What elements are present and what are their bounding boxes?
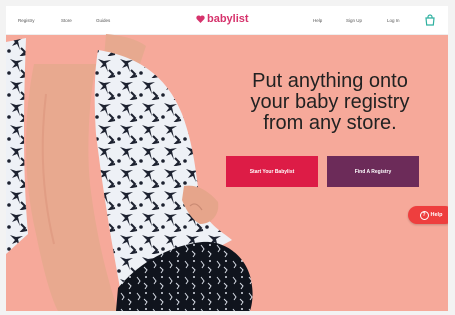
nav-link-help[interactable]: Help [313, 18, 322, 23]
help-widget-button[interactable]: ? Help [408, 206, 448, 224]
hero-headline: Put anything onto your baby registry fro… [224, 71, 436, 134]
start-registry-button[interactable]: Start Your Babylist [226, 156, 318, 187]
top-nav: Registry Store Guides babylist Help Sign… [6, 6, 448, 35]
headline-line-3: from any store. [263, 112, 397, 134]
brand-name: babylist [207, 13, 249, 25]
nav-link-sign-up[interactable]: Sign Up [346, 18, 362, 23]
page: Registry Store Guides babylist Help Sign… [6, 6, 448, 311]
nav-link-registry[interactable]: Registry [18, 18, 35, 23]
nav-link-guides[interactable]: Guides [96, 18, 110, 23]
brand-logo[interactable]: babylist [196, 13, 249, 25]
headline-line-1: Put anything onto [252, 70, 408, 92]
find-registry-button[interactable]: Find A Registry [327, 156, 419, 187]
headline-line-2: your baby registry [250, 91, 410, 113]
shopping-bag-icon[interactable] [424, 14, 436, 26]
help-widget-label: Help [430, 212, 443, 218]
hero-photo [6, 34, 253, 311]
nav-link-log-in[interactable]: Log In [387, 18, 400, 23]
question-icon: ? [419, 210, 429, 220]
heart-icon [196, 15, 205, 23]
nav-link-store[interactable]: Store [61, 18, 72, 23]
